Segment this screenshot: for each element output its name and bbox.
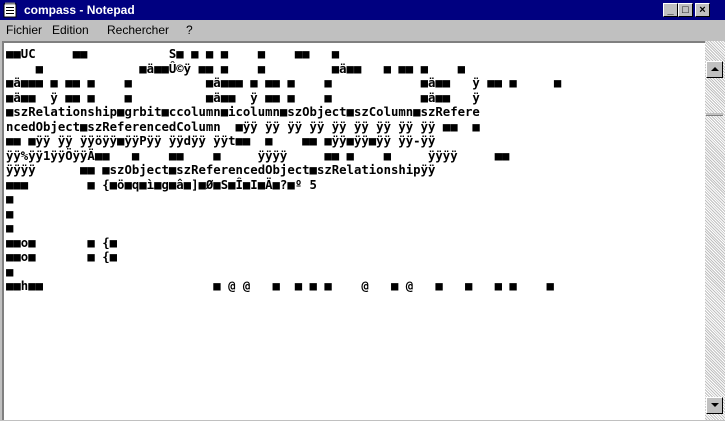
document-line[interactable]: ■■o■ ■ {■	[6, 236, 561, 251]
close-button[interactable]: ×	[695, 3, 710, 17]
menu-bar: Fichier Edition Rechercher ?	[0, 20, 725, 40]
vertical-scrollbar[interactable]	[705, 41, 725, 420]
document-line[interactable]: ■■■ ■ {■ö■q■ì■g■â■]■Ø■S■Î■I■Ä■?■º 5	[6, 178, 561, 193]
notepad-icon[interactable]	[3, 2, 18, 18]
document-line[interactable]: ■	[6, 265, 561, 280]
document-text[interactable]: ■■UC ■■ S■ ■ ■ ■ ■ ■■ ■ ■ ■ä■■Û©ÿ ■■ ■ ■…	[6, 47, 561, 294]
document-line[interactable]: ÿÿ%ÿÿ1ÿÿÖÿÿÄ■■ ■ ■■ ■ ÿÿÿÿ ■■ ■ ■ ÿÿÿÿ ■…	[6, 149, 561, 164]
text-editor[interactable]: ■■UC ■■ S■ ■ ■ ■ ■ ■■ ■ ■ ■ä■■Û©ÿ ■■ ■ ■…	[2, 41, 705, 420]
arrow-down-icon	[711, 403, 719, 407]
window-title: compass - Notepad	[24, 3, 135, 17]
document-line[interactable]: ÿÿÿÿ ■■ ■szObject■szReferencedObject■szR…	[6, 163, 561, 178]
document-line[interactable]: ■■h■■ ■ @ @ ■ ■ ■ ■ @ ■ @ ■ ■ ■ ■ ■	[6, 279, 561, 294]
maximize-icon: □	[682, 4, 689, 16]
document-line[interactable]: ■■UC ■■ S■ ■ ■ ■ ■ ■■ ■	[6, 47, 561, 62]
scroll-down-button[interactable]	[706, 397, 723, 414]
menu-help[interactable]: ?	[186, 23, 193, 37]
document-line[interactable]: ■■ ■ÿÿ ÿÿ ÿÿöÿÿ■ÿÿPÿÿ ÿÿdÿÿ ÿÿt■■ ■ ■■ ■…	[6, 134, 561, 149]
document-line[interactable]: ■ä■■ ÿ ■■ ■ ■ ■ä■■ ÿ ■■ ■ ■ ■ä■■ ÿ	[6, 91, 561, 106]
title-bar[interactable]: compass - Notepad _ □ ×	[0, 0, 725, 20]
scroll-up-button[interactable]	[706, 61, 723, 78]
notepad-window: compass - Notepad _ □ × Fichier Edition …	[0, 0, 725, 421]
document-line[interactable]: ■ ■ä■■Û©ÿ ■■ ■ ■ ■ä■■ ■ ■■ ■ ■	[6, 62, 561, 77]
document-line[interactable]: ■szRelationship■grbit■ccolumn■icolumn■sz…	[6, 105, 561, 120]
document-line[interactable]: ■ä■■■ ■ ■■ ■ ■ ■ä■■■ ■ ■■ ■ ■ ■ä■■ ÿ ■■ …	[6, 76, 561, 91]
menu-rechercher[interactable]: Rechercher	[107, 23, 169, 37]
maximize-button[interactable]: □	[678, 3, 693, 17]
scroll-thumb[interactable]	[706, 113, 723, 116]
document-line[interactable]: ■	[6, 221, 561, 236]
document-line[interactable]: ncedObject■szReferencedColumn ■ÿÿ ÿÿ ÿÿ …	[6, 120, 561, 135]
arrow-up-icon	[711, 67, 719, 71]
document-line[interactable]: ■	[6, 192, 561, 207]
menu-edition[interactable]: Edition	[52, 23, 89, 37]
menu-fichier[interactable]: Fichier	[6, 23, 42, 37]
document-line[interactable]: ■■o■ ■ {■	[6, 250, 561, 265]
document-line[interactable]: ■	[6, 207, 561, 222]
close-icon: ×	[699, 4, 706, 16]
minimize-icon: _	[667, 4, 674, 16]
minimize-button[interactable]: _	[663, 3, 678, 17]
